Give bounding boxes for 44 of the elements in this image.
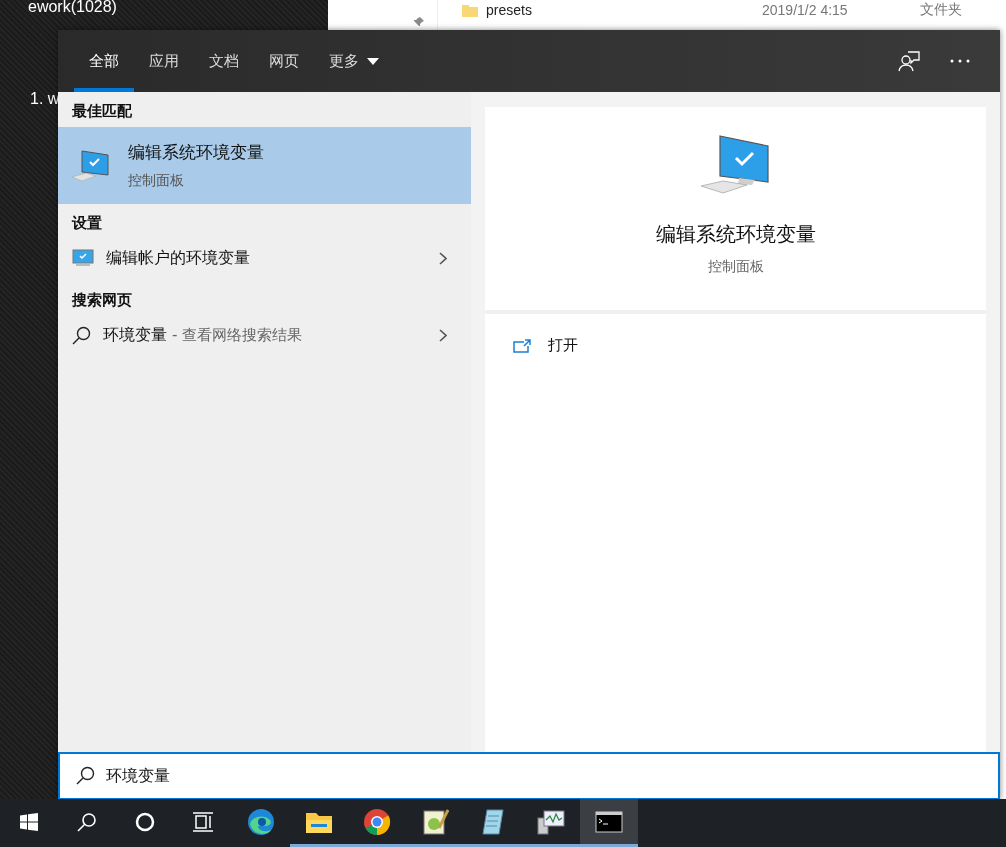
file-type: 文件夹 [920,1,962,19]
search-icon [72,325,91,345]
section-heading: 设置 [70,213,103,234]
filter-tab[interactable]: 文档 [194,30,254,92]
circle-icon [135,811,155,832]
filter-tab[interactable]: 更多 [314,30,394,92]
file-date: 2019/1/2 4:15 [762,2,849,18]
feedback-icon[interactable] [898,50,920,72]
open-action[interactable]: 打开 [513,332,578,359]
result-title: 编辑系统环境变量 [128,141,264,164]
search-result[interactable]: 编辑帐户的环境变量 [58,239,471,277]
chevron-icon [439,251,447,265]
windows-icon [20,812,38,831]
preview-title: 编辑系统环境变量 [655,221,816,248]
section-heading: 最佳匹配 [71,101,133,122]
terminal-icon [595,810,623,833]
result-subtitle: 控制面板 [128,172,185,190]
search-result[interactable]: 编辑系统环境变量 控制面板 [58,127,471,204]
computer-icon [72,148,112,183]
section-heading: 搜索网页 [71,290,133,311]
folder-icon [462,3,478,17]
computer-icon [536,807,566,836]
filter-tab[interactable]: 应用 [134,30,194,92]
taskbar-button[interactable] [580,799,638,847]
more-icon[interactable] [950,59,970,63]
pin-icon[interactable] [413,16,425,28]
search-result[interactable]: 环境变量 - 查看网络搜索结果 [58,316,471,354]
search-icon [77,811,97,832]
browser-icon [247,807,275,836]
result-title: 环境变量 - 查看网络搜索结果 [103,324,304,346]
filter-tab[interactable]: 网页 [254,30,314,92]
preview-subtitle: 控制面板 [707,258,764,276]
desktop-text: ework(1028) [28,0,117,16]
monitor-icon [72,249,94,267]
task-view-icon [192,811,214,832]
browser-icon [363,807,391,836]
search-icon [76,766,95,785]
notepad-icon [421,807,449,836]
result-title: 编辑帐户的环境变量 [106,247,251,269]
file-name[interactable]: presets [486,2,754,18]
notepad-icon [479,807,507,836]
open-icon [513,338,532,353]
chevron-icon [439,328,447,342]
search-field[interactable]: 环境变量 [58,752,1000,800]
